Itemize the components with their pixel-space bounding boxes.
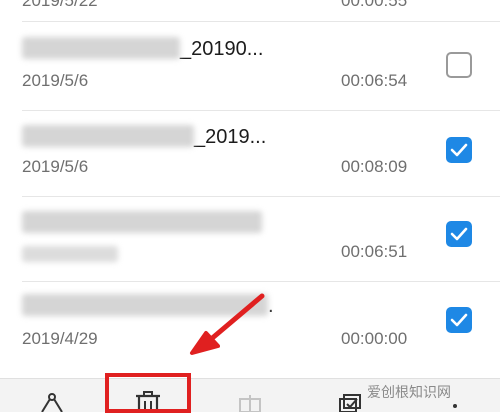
rename-button[interactable] [228, 379, 272, 412]
redacted-name [22, 37, 180, 59]
delete-button[interactable] [120, 379, 176, 412]
recording-duration: 00:00:00 [341, 329, 408, 348]
list-item[interactable]: _20190... 2019/5/6 00:06:54 [0, 22, 500, 110]
recording-duration: 00:06:51 [341, 242, 408, 261]
list-item-partial[interactable]: 2019/5/22 00:00:55 [0, 0, 500, 20]
recording-date: 2019/5/22 [22, 0, 98, 10]
recording-list: 2019/5/22 00:00:55 _20190... 2019/5/6 00… [0, 0, 500, 378]
select-all-button[interactable] [330, 379, 370, 412]
list-item[interactable]: . 2019/4/29 00:00:00 [0, 282, 500, 374]
select-checkbox[interactable] [446, 307, 472, 333]
recording-date: 2019/4/29 [22, 329, 98, 348]
redacted-name [22, 211, 262, 233]
recording-title [22, 211, 262, 235]
watermark: 爱创根知识网 [367, 382, 451, 402]
recording-duration: 00:08:09 [341, 157, 408, 176]
recording-date [22, 245, 118, 265]
checkmark-icon [450, 313, 468, 327]
list-item[interactable]: _2019... 2019/5/6 00:08:09 [0, 111, 500, 199]
list-item[interactable]: 00:06:51 [0, 197, 500, 285]
checkmark-icon [450, 227, 468, 241]
recording-date: 2019/5/6 [22, 157, 89, 176]
recording-title: . [22, 294, 274, 318]
select-all-icon [339, 394, 361, 412]
redacted-date [22, 246, 118, 262]
recording-title: _2019... [22, 125, 266, 149]
recording-duration: 00:06:54 [341, 71, 408, 90]
select-checkbox[interactable] [446, 137, 472, 163]
select-checkbox[interactable] [446, 52, 472, 78]
redacted-name [22, 125, 194, 147]
recording-duration: 00:00:55 [341, 0, 408, 10]
redacted-name [22, 294, 268, 316]
recording-title: _20190... [22, 37, 263, 61]
share-button[interactable] [28, 379, 78, 412]
share-icon [41, 393, 63, 412]
trash-icon [136, 391, 160, 412]
rename-icon [239, 395, 261, 412]
checkmark-icon [450, 143, 468, 157]
select-checkbox[interactable] [446, 221, 472, 247]
recording-date: 2019/5/6 [22, 71, 89, 90]
